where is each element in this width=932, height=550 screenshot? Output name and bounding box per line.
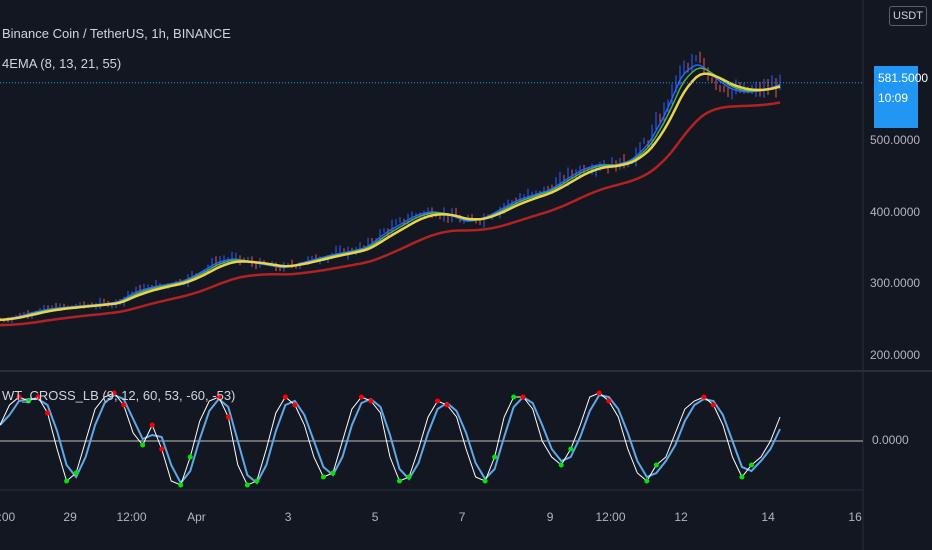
wt-cross-marker xyxy=(121,402,127,408)
time-tick: 2:00 xyxy=(0,510,16,524)
wt-cross-marker xyxy=(368,398,374,404)
wt-cross-marker xyxy=(225,414,231,420)
wt-cross-marker xyxy=(64,478,70,484)
chart-canvas[interactable] xyxy=(0,0,932,550)
wt-cross-marker xyxy=(644,478,650,484)
price-tick: 500.0000 xyxy=(870,133,921,147)
wt-cross-marker xyxy=(748,462,754,468)
wt-cross-marker xyxy=(511,394,517,400)
wt-cross-marker xyxy=(444,402,450,408)
wt-cross-marker xyxy=(406,474,412,480)
time-tick: 7 xyxy=(458,510,466,524)
wt-cross-marker xyxy=(482,478,488,484)
wt-cross-marker xyxy=(397,478,403,484)
price-tick: 200.0000 xyxy=(870,347,921,362)
currency-button[interactable]: USDT xyxy=(889,6,927,26)
chart-root: Binance Coin / TetherUS, 1h, BINANCE 4EM… xyxy=(0,0,932,550)
last-price-value: 581.5000 xyxy=(878,71,929,85)
wt-cross-marker xyxy=(73,470,79,476)
wt-cross-marker xyxy=(558,462,564,468)
wt-cross-marker xyxy=(254,478,260,484)
wt-cross-marker xyxy=(701,394,707,400)
wt-cross-marker xyxy=(159,446,165,452)
time-tick: 29 xyxy=(63,510,77,524)
wt-cross-marker xyxy=(187,454,193,460)
time-tick: 3 xyxy=(284,510,292,524)
wt-indicator-legend[interactable]: WT_CROSS_LB (9, 12, 60, 53, -60, -53) xyxy=(2,388,235,403)
wt-cross-marker xyxy=(653,462,659,468)
time-tick: 12:00 xyxy=(116,510,147,524)
wt-cross-marker xyxy=(596,390,602,396)
wt-cross-marker xyxy=(244,482,250,488)
wt-cross-marker xyxy=(435,398,441,404)
price-tick: 300.0000 xyxy=(870,276,921,290)
time-tick: 9 xyxy=(546,510,554,524)
wt-cross-marker xyxy=(492,454,498,460)
wt-cross-marker xyxy=(358,394,364,400)
ema-line-13 xyxy=(0,67,781,321)
ema-line-55 xyxy=(0,101,781,327)
time-tick: 12 xyxy=(674,510,688,524)
wt-cross-marker xyxy=(520,394,526,400)
wt-cross-marker xyxy=(45,410,51,416)
time-tick: Apr xyxy=(187,510,206,524)
wt-cross-marker xyxy=(140,442,146,448)
time-tick: 16 xyxy=(848,510,862,524)
wt-zero-tick: 0.0000 xyxy=(872,433,909,447)
wt-cross-marker xyxy=(739,474,745,480)
ema-indicator-legend[interactable]: 4EMA (8, 13, 21, 55) xyxy=(2,56,121,71)
wt-cross-marker xyxy=(710,402,716,408)
last-price-tag: 581.5000 10:09 xyxy=(874,66,929,128)
wt-cross-marker xyxy=(149,422,155,428)
wt-cross-marker xyxy=(292,402,298,408)
wt-cross-marker xyxy=(178,482,184,488)
ema-line-21 xyxy=(0,72,781,322)
bar-countdown: 10:09 xyxy=(878,91,909,105)
wt1-line xyxy=(0,392,781,486)
wt-cross-marker xyxy=(282,394,288,400)
time-tick: 5 xyxy=(371,510,379,524)
price-tick: 400.0000 xyxy=(870,204,921,219)
symbol-title: Binance Coin / TetherUS, 1h, BINANCE xyxy=(2,26,231,41)
wt-cross-marker xyxy=(320,474,326,480)
ema-line-8 xyxy=(0,64,781,321)
wt-cross-marker xyxy=(606,398,612,404)
wt-cross-marker xyxy=(568,446,574,452)
time-tick: 12:00 xyxy=(595,510,626,524)
time-tick: 14 xyxy=(761,510,775,524)
wt2-line xyxy=(0,393,781,485)
wt-cross-marker xyxy=(330,470,336,476)
